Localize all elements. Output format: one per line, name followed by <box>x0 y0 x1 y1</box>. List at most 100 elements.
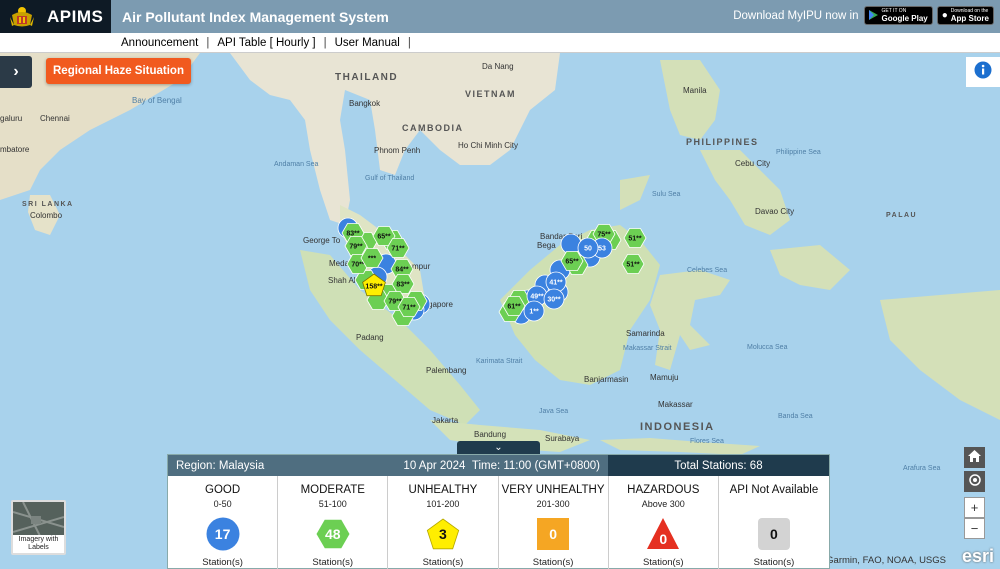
category-name: UNHEALTHY <box>408 484 478 496</box>
category-count: 0 <box>770 526 778 542</box>
category-square-icon: 0 <box>536 517 570 551</box>
category-range: 0-50 <box>213 499 232 509</box>
category-api-not-available[interactable]: API Not Available 0 Station(s) <box>719 476 829 569</box>
station-value-label: 83** <box>396 282 410 289</box>
basemap-toggle[interactable]: Imagery with Labels <box>11 500 66 555</box>
home-button[interactable] <box>964 447 985 468</box>
locate-icon <box>968 473 982 490</box>
chevron-down-icon: ⌄ <box>494 442 503 453</box>
zoom-out-button[interactable]: − <box>964 518 985 539</box>
nav-announcement[interactable]: Announcement <box>113 37 206 49</box>
google-play-big: Google Play <box>881 14 928 23</box>
map-label-bandung: Bandung <box>474 430 506 439</box>
map-label-samarinda: Samarinda <box>626 329 665 338</box>
map-label-galuru: galuru <box>0 114 22 123</box>
panel-collapse-tab[interactable]: ⌄ <box>457 441 540 454</box>
station-value-label: 65** <box>377 234 391 241</box>
map-label-colombo: Colombo <box>30 211 63 220</box>
top-nav: Announcement | API Table [ Hourly ] | Us… <box>0 33 1000 53</box>
map-label-bay-of-bengal: Bay of Bengal <box>132 96 182 105</box>
category-list: GOOD 0-50 17 Station(s) MODERATE 51-100 48 Stat… <box>168 476 829 569</box>
category-range: 51-100 <box>318 499 347 509</box>
zoom-in-button[interactable]: + <box>964 497 985 518</box>
locate-button[interactable] <box>964 471 985 492</box>
play-icon <box>869 7 879 25</box>
brand-name: APIMS <box>47 6 104 26</box>
apple-icon: ● <box>941 10 948 21</box>
category-unit: Station(s) <box>532 557 574 568</box>
basemap-label: Imagery with Labels <box>13 535 64 553</box>
app-store-big: App Store <box>950 14 989 23</box>
station-marker[interactable] <box>560 233 582 255</box>
station-value-label: 79** <box>349 244 363 251</box>
category-name: GOOD <box>205 484 241 496</box>
category-pentagon-icon: 3 <box>426 517 460 551</box>
sidebar-toggle-button[interactable]: › <box>0 56 32 88</box>
download-links: Download MyIPU now in GET IT ON Google P… <box>733 6 994 25</box>
date-label: 10 Apr 2024 <box>403 459 466 472</box>
app-store-badge[interactable]: ● Download on the App Store <box>936 6 994 25</box>
station-marker[interactable]: 1** <box>523 300 545 322</box>
category-rounded-square-icon: 0 <box>757 517 791 551</box>
station-value-label: 70** <box>351 262 365 269</box>
map-label-singapore: gapore <box>428 300 453 309</box>
category-count: 17 <box>214 526 231 542</box>
station-value-label: 30** <box>547 297 561 304</box>
map-label-surabaya: Surabaya <box>545 434 580 443</box>
map-label-manila: Manila <box>683 86 707 95</box>
category-unhealthy[interactable]: UNHEALTHY 101-200 3 Station(s) <box>388 476 499 569</box>
map-label-philippine-sea: Philippine Sea <box>776 149 821 156</box>
map-label-mamuju: Mamuju <box>650 373 678 382</box>
esri-logo: esri <box>961 546 994 566</box>
brand[interactable]: APIMS <box>0 0 111 33</box>
map-label-java-sea: Java Sea <box>539 408 568 415</box>
category-unit: Station(s) <box>422 557 464 568</box>
summary-panel: Region: Malaysia 10 Apr 2024 Time: 11:00… <box>167 454 830 569</box>
map-label-banda-sea: Banda Sea <box>778 413 813 420</box>
station-marker[interactable]: 50 <box>577 237 599 259</box>
category-unit: Station(s) <box>642 557 684 568</box>
app-title: Air Pollutant Index Management System <box>122 8 389 25</box>
time-label: Time: 11:00 (GMT+0800) <box>471 459 600 472</box>
map-label-jakarta: Jakarta <box>432 416 459 425</box>
crest-logo <box>8 5 36 29</box>
station-value-label: 71** <box>391 246 405 253</box>
region-label: Region: Malaysia <box>176 459 265 472</box>
station-value-label: 51** <box>626 262 640 269</box>
map-label-makassar: Makassar <box>658 400 693 409</box>
category-good[interactable]: GOOD 0-50 17 Station(s) <box>168 476 279 569</box>
category-range: Above 300 <box>641 499 685 509</box>
map-label-mbatore: mbatore <box>0 145 30 154</box>
category-count: 48 <box>324 526 341 542</box>
station-value-label: 1** <box>529 309 539 316</box>
google-play-badge[interactable]: GET IT ON Google Play <box>864 6 933 25</box>
category-triangle-icon: 0 <box>646 517 680 551</box>
station-value-label: 41** <box>549 280 563 287</box>
nav-api-table[interactable]: API Table [ Hourly ] <box>209 37 323 49</box>
station-marker[interactable]: 30** <box>543 288 565 310</box>
map-label-thailand: THAILAND <box>335 72 398 83</box>
info-button[interactable] <box>966 57 1000 87</box>
map-label-phnom-penh: Phnom Penh <box>374 146 420 155</box>
category-very-unhealthy[interactable]: VERY UNHEALTHY 201-300 0 Station(s) <box>499 476 609 569</box>
nav-user-manual[interactable]: User Manual <box>327 37 408 49</box>
download-text: Download MyIPU now in <box>733 9 859 22</box>
map-label-davao: Davao City <box>755 207 794 216</box>
total-stations: Total Stations: 68 <box>608 455 829 476</box>
category-name: API Not Available <box>729 484 819 496</box>
station-value-label: 50 <box>584 246 592 253</box>
map-attribution: Garmin, FAO, NOAA, USGS <box>826 555 946 566</box>
app-header: APIMS Air Pollutant Index Management Sys… <box>0 0 1000 33</box>
map-label-bangkok: Bangkok <box>349 99 381 108</box>
category-name: HAZARDOUS <box>627 484 700 496</box>
map-label-cambodia: CAMBODIA <box>402 123 464 133</box>
category-moderate[interactable]: MODERATE 51-100 48 Station(s) <box>278 476 389 569</box>
station-value-label: 51** <box>628 236 642 243</box>
map-label-ho-chi-minh: Ho Chi Minh City <box>458 141 518 150</box>
category-name: MODERATE <box>300 484 365 496</box>
regional-haze-button[interactable]: Regional Haze Situation <box>46 58 191 84</box>
map-label-da-nang: Da Nang <box>482 62 514 71</box>
category-hazardous[interactable]: HAZARDOUS Above 300 0 Station(s) <box>609 476 719 569</box>
station-value-label: *** <box>368 256 376 263</box>
map-label-indonesia: INDONESIA <box>640 421 715 433</box>
